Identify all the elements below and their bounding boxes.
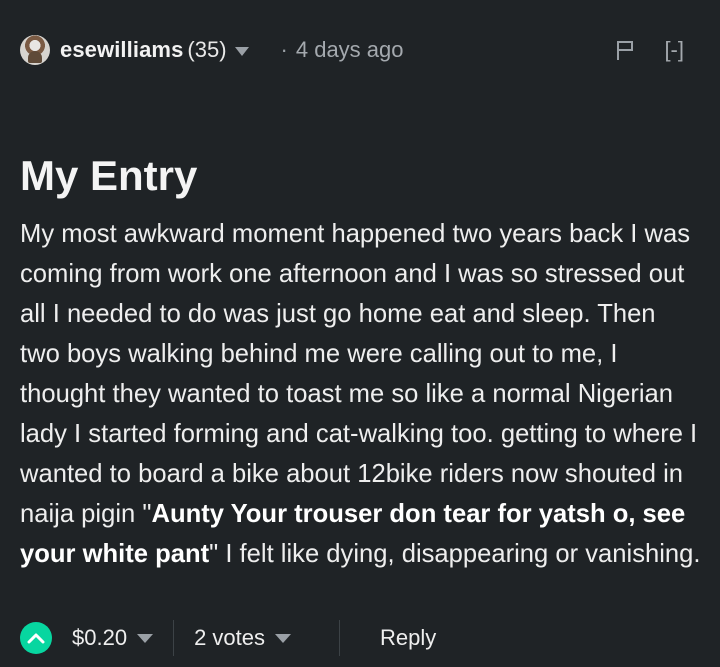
comment-footer: $0.20 2 votes Reply xyxy=(20,618,700,658)
reply-button[interactable]: Reply xyxy=(380,625,436,651)
chevron-down-icon[interactable] xyxy=(234,46,249,56)
chevron-down-icon[interactable] xyxy=(137,633,154,643)
collapse-button[interactable]: [-] xyxy=(664,37,684,63)
post-body: My most awkward moment happened two year… xyxy=(20,214,702,574)
divider xyxy=(339,620,340,656)
post-body-text: My most awkward moment happened two year… xyxy=(20,220,698,528)
avatar[interactable] xyxy=(20,35,50,65)
divider xyxy=(173,620,175,656)
payout-value[interactable]: $0.20 xyxy=(72,625,127,651)
comment-header: esewilliams (35) · 4 days ago [-] xyxy=(20,30,700,70)
author-name[interactable]: esewilliams xyxy=(60,37,183,63)
author-reputation: (35) xyxy=(187,37,227,62)
timestamp[interactable]: 4 days ago xyxy=(296,37,404,63)
upvote-icon[interactable] xyxy=(20,622,52,654)
chevron-down-icon[interactable] xyxy=(275,633,291,643)
separator-dot: · xyxy=(280,37,288,62)
post-body-text-end: " I felt like dying, disappearing or van… xyxy=(209,540,701,568)
flag-icon[interactable] xyxy=(616,40,634,60)
votes-count[interactable]: 2 votes xyxy=(194,625,265,651)
post-title: My Entry xyxy=(20,152,198,199)
chevron-up-icon xyxy=(27,633,45,644)
